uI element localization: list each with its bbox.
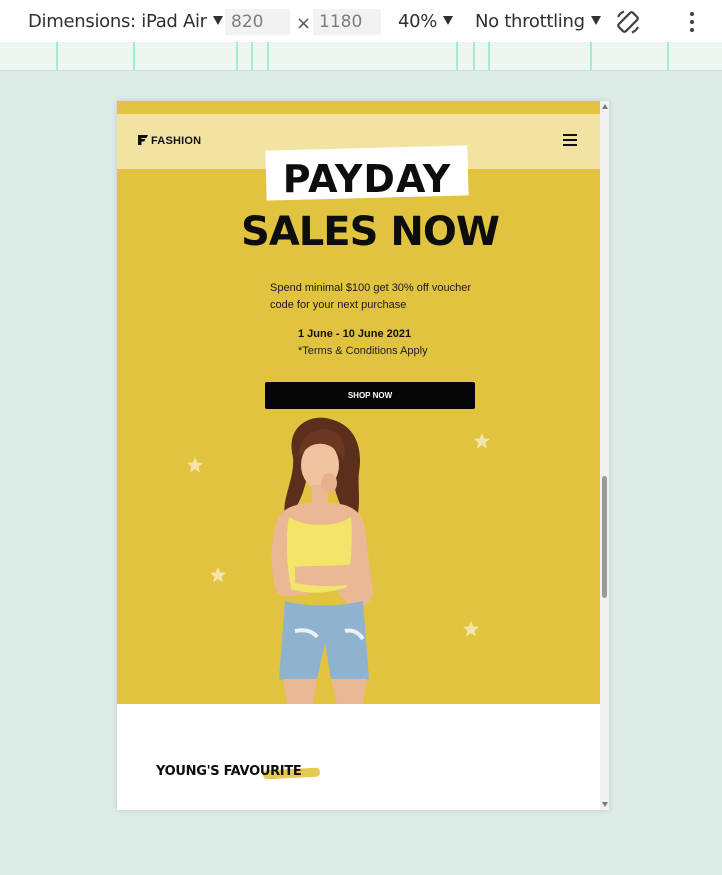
star-icon [473,432,491,449]
ruler-tick[interactable] [456,42,458,70]
hero-headline-primary: PAYDAY [282,157,452,201]
logo-text: FASHION [151,135,202,147]
site-logo[interactable]: FASHION [138,135,201,147]
ruler-tick[interactable] [251,42,253,70]
hero-headline-secondary: SALES NOW [241,209,500,255]
scroll-up-arrow-icon[interactable] [602,104,608,109]
scroll-down-arrow-icon[interactable] [602,802,608,807]
ruler-tick[interactable] [236,42,238,70]
hero-description: Spend minimal $100 get 30% off voucher c… [270,282,471,311]
ruler-tick[interactable] [488,42,490,70]
star-icon [462,620,480,637]
throttling-select-label: No throttling [475,11,585,32]
ruler-tick[interactable] [267,42,269,70]
scrollbar-thumb[interactable] [602,476,607,598]
device-select-label: Dimensions: iPad Air [28,11,207,32]
chevron-down-icon [590,16,601,25]
model-photo [271,417,373,704]
kebab-menu-icon[interactable] [688,12,696,32]
scrollbar[interactable] [600,101,609,810]
devtools-toolbar: Dimensions: iPad Air 820 × 1180 40% No t… [0,0,722,43]
star-icon [209,566,227,583]
ruler-tick[interactable] [473,42,475,70]
chevron-down-icon [212,16,223,25]
device-select[interactable]: Dimensions: iPad Air [28,11,223,32]
fashion-logo-icon [138,135,148,145]
ruler-tick[interactable] [133,42,135,70]
height-input[interactable]: 1180 [313,9,381,35]
width-input[interactable]: 820 [225,9,290,35]
device-frame: FASHION PAYDAY SALES NOW Spend minimal $… [117,101,609,810]
ruler-tick[interactable] [590,42,592,70]
throttling-select[interactable]: No throttling [475,11,601,32]
page-viewport: FASHION PAYDAY SALES NOW Spend minimal $… [117,101,600,810]
ruler-tick[interactable] [56,42,58,70]
hamburger-icon[interactable] [563,134,577,147]
promo-dates: 1 June - 10 June 2021 [298,328,412,340]
section-title: YOUNG'S FAVOURITE [156,764,302,779]
hero-top-strip [117,101,600,114]
zoom-select-label: 40% [398,11,438,32]
shop-now-button[interactable]: SHOP NOW [265,382,475,409]
zoom-select[interactable]: 40% [398,11,454,32]
ruler-tick[interactable] [667,42,669,70]
media-query-ruler [0,42,722,71]
rotate-icon[interactable] [614,8,642,36]
chevron-down-icon [443,16,454,25]
star-icon [186,456,204,473]
hero-section: FASHION PAYDAY SALES NOW Spend minimal $… [117,101,600,704]
dimension-separator: × [296,13,312,34]
terms-note: *Terms & Conditions Apply [298,345,428,357]
